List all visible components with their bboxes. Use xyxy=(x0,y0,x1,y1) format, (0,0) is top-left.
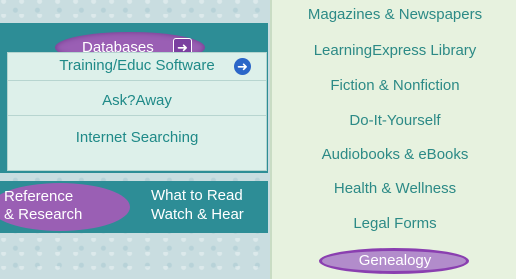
flyout-item-diy[interactable]: Do-It-Yourself xyxy=(272,112,516,129)
flyout-item-learningexpress[interactable]: LearningExpress Library xyxy=(272,42,516,59)
what-to-read-link[interactable]: What to Read xyxy=(151,187,243,204)
flyout-item-magazines[interactable]: Magazines & Newspapers xyxy=(272,6,516,23)
submenu-item-ask-away[interactable]: Ask?Away xyxy=(8,92,266,114)
submenu-item-label: Ask?Away xyxy=(102,92,172,109)
flyout-item-legal-forms[interactable]: Legal Forms xyxy=(272,215,516,232)
submenu-item-label: Internet Searching xyxy=(75,129,199,146)
flyout-item-audiobooks[interactable]: Audiobooks & eBooks xyxy=(272,146,516,163)
watch-and-hear-link[interactable]: Watch & Hear xyxy=(151,206,244,223)
divider xyxy=(8,80,266,81)
reference-label-line2: & Research xyxy=(4,206,83,223)
arrow-right-circle-icon[interactable]: ➜ xyxy=(234,58,251,75)
reference-research-link[interactable]: Reference & Research xyxy=(4,188,82,224)
flyout-item-genealogy[interactable]: Genealogy xyxy=(272,252,516,269)
flyout-item-fiction[interactable]: Fiction & Nonfiction xyxy=(272,77,516,94)
databases-submenu: Training/Educ Software ➜ Ask?Away Intern… xyxy=(7,52,267,171)
bottom-nav-strip: Reference & Research What to Read Watch … xyxy=(0,181,268,233)
submenu-item-training[interactable]: Training/Educ Software ➜ xyxy=(8,57,266,79)
submenu-item-internet-searching[interactable]: Internet Searching xyxy=(8,129,266,151)
divider xyxy=(8,115,266,116)
reference-label-line1: Reference xyxy=(4,188,74,205)
submenu-item-label: Training/Educ Software xyxy=(59,57,215,74)
databases-flyout-panel: Magazines & Newspapers LearningExpress L… xyxy=(270,0,516,279)
flyout-item-health[interactable]: Health & Wellness xyxy=(272,180,516,197)
